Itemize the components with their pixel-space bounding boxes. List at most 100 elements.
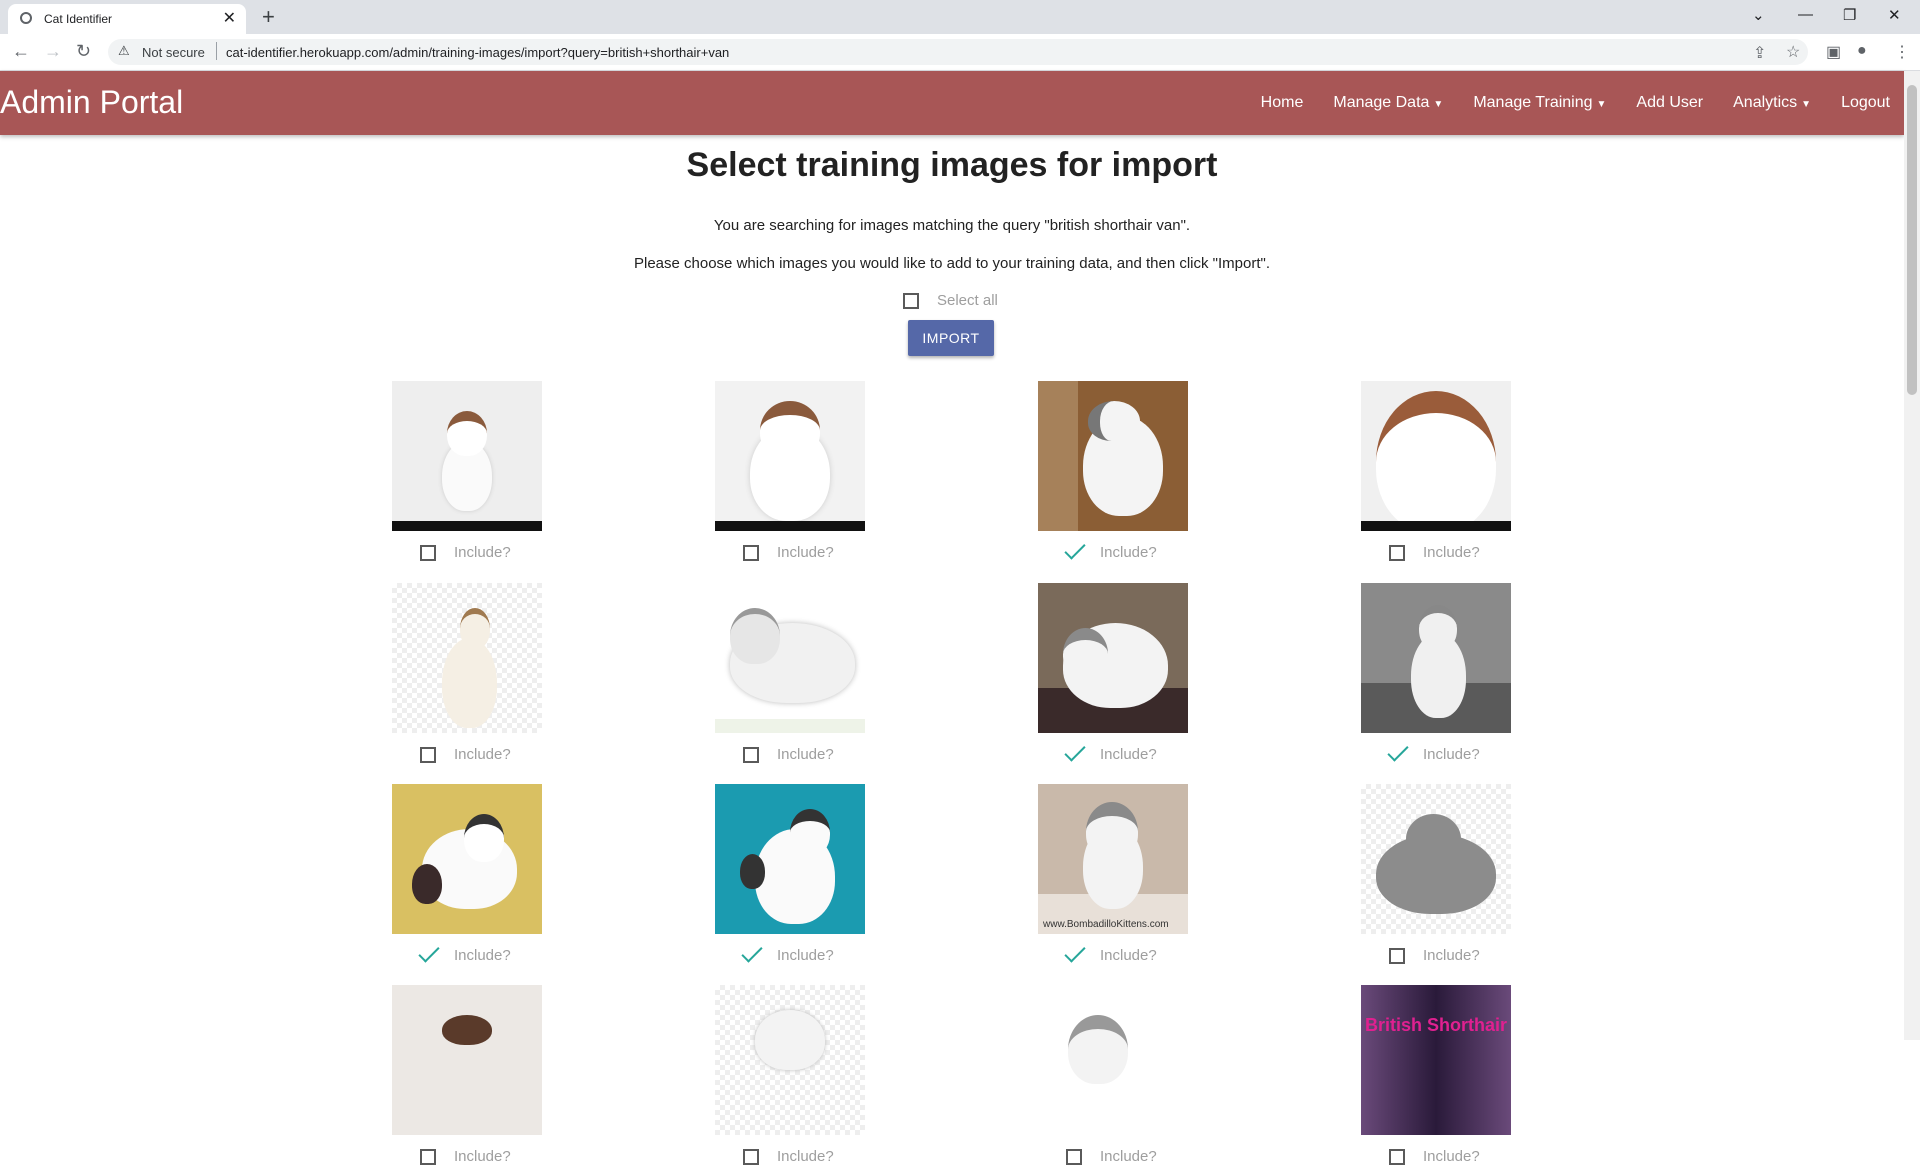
checkbox-box[interactable]	[1389, 1148, 1405, 1165]
share-icon[interactable]: ⇪	[1753, 43, 1766, 63]
checkmark-icon[interactable]	[420, 948, 436, 964]
menu-dots-icon[interactable]: ⋮	[1894, 42, 1910, 62]
include-label[interactable]: Include?	[1100, 1148, 1157, 1165]
select-all-checkbox[interactable]: Select all	[903, 292, 998, 309]
browser-tab[interactable]: Cat Identifier ✕	[8, 4, 246, 34]
address-bar[interactable]: ⚠ Not secure cat-identifier.herokuapp.co…	[108, 39, 1808, 65]
cat-thumbnail[interactable]	[1038, 583, 1188, 733]
checkmark-icon[interactable]	[1066, 747, 1082, 763]
checkbox-box[interactable]	[743, 544, 759, 561]
cat-thumbnail[interactable]: British Shorthair	[1361, 985, 1511, 1135]
import-button[interactable]: IMPORT	[908, 320, 994, 356]
reload-icon[interactable]: ↻	[76, 41, 91, 62]
nav-home[interactable]: Home	[1261, 94, 1304, 112]
cat-thumbnail[interactable]	[715, 784, 865, 934]
checkbox-box[interactable]	[420, 1148, 436, 1165]
include-label[interactable]: Include?	[777, 544, 834, 561]
include-checkbox[interactable]: Include?	[420, 544, 620, 561]
brand-logo[interactable]: Admin Portal	[0, 84, 183, 121]
nav-manage-training[interactable]: Manage Training ▼	[1473, 94, 1606, 112]
include-checkbox[interactable]: Include?	[1389, 746, 1589, 763]
scrollbar-thumb[interactable]	[1907, 85, 1917, 395]
include-checkbox[interactable]: Include?	[1066, 947, 1266, 964]
new-tab-button[interactable]: +	[262, 4, 275, 30]
cat-thumbnail[interactable]	[1038, 985, 1188, 1135]
include-label[interactable]: Include?	[777, 1148, 834, 1165]
include-label[interactable]: Include?	[454, 746, 511, 763]
address-divider	[216, 42, 217, 60]
cat-thumbnail[interactable]	[1361, 784, 1511, 934]
checkbox-box[interactable]	[1389, 947, 1405, 964]
include-checkbox[interactable]: Include?	[743, 947, 943, 964]
nav-manage-data[interactable]: Manage Data ▼	[1333, 94, 1443, 112]
cat-thumbnail[interactable]	[392, 985, 542, 1135]
nav-add-user[interactable]: Add User	[1636, 94, 1703, 112]
include-label[interactable]: Include?	[1423, 947, 1480, 964]
checkmark-icon[interactable]	[743, 948, 759, 964]
include-checkbox[interactable]: Include?	[1066, 1148, 1266, 1165]
tab-search-icon[interactable]: ⌄	[1752, 6, 1765, 24]
caret-down-icon: ▼	[1433, 99, 1444, 110]
include-checkbox[interactable]: Include?	[743, 746, 943, 763]
cat-thumbnail[interactable]: www.BombadilloKittens.com	[1038, 784, 1188, 934]
include-label[interactable]: Include?	[1423, 746, 1480, 763]
include-label[interactable]: Include?	[454, 1148, 511, 1165]
include-label[interactable]: Include?	[1100, 544, 1157, 561]
include-label[interactable]: Include?	[1100, 746, 1157, 763]
checkmark-icon[interactable]	[1066, 545, 1082, 561]
minimize-button[interactable]: —	[1798, 6, 1813, 23]
checkmark-icon[interactable]	[1066, 948, 1082, 964]
include-checkbox[interactable]: Include?	[1389, 1148, 1589, 1165]
close-tab-icon[interactable]: ✕	[223, 8, 236, 28]
checkmark-icon[interactable]	[1389, 747, 1405, 763]
close-window-button[interactable]: ✕	[1888, 6, 1901, 24]
cat-thumbnail[interactable]	[392, 583, 542, 733]
include-checkbox[interactable]: Include?	[1389, 544, 1589, 561]
caret-down-icon: ▼	[1801, 99, 1812, 110]
checkbox-box[interactable]	[903, 292, 919, 309]
select-all-label[interactable]: Select all	[937, 292, 998, 309]
include-checkbox[interactable]: Include?	[743, 544, 943, 561]
checkbox-box[interactable]	[1389, 544, 1405, 561]
include-label[interactable]: Include?	[454, 544, 511, 561]
include-checkbox[interactable]: Include?	[1066, 746, 1266, 763]
include-label[interactable]: Include?	[1423, 1148, 1480, 1165]
checkbox-box[interactable]	[1066, 1148, 1082, 1165]
forward-icon[interactable]: →	[44, 41, 62, 62]
not-secure-label[interactable]: Not secure	[142, 45, 205, 60]
cat-thumbnail[interactable]	[715, 381, 865, 531]
include-checkbox[interactable]: Include?	[420, 947, 620, 964]
side-panel-icon[interactable]: ▣	[1826, 42, 1841, 62]
cat-thumbnail[interactable]	[1038, 381, 1188, 531]
include-label[interactable]: Include?	[1100, 947, 1157, 964]
restore-button[interactable]: ❐	[1843, 6, 1856, 24]
include-checkbox[interactable]: Include?	[743, 1148, 943, 1165]
bookmark-star-icon[interactable]: ☆	[1786, 42, 1800, 62]
checkbox-box[interactable]	[743, 1148, 759, 1165]
include-label[interactable]: Include?	[777, 947, 834, 964]
checkbox-box[interactable]	[743, 746, 759, 763]
image-card: Include?	[392, 985, 542, 1165]
include-checkbox[interactable]: Include?	[1389, 947, 1589, 964]
include-label[interactable]: Include?	[777, 746, 834, 763]
back-icon[interactable]: ←	[12, 41, 30, 62]
include-label[interactable]: Include?	[1423, 544, 1480, 561]
cat-thumbnail[interactable]	[392, 381, 542, 531]
checkbox-box[interactable]	[420, 746, 436, 763]
cat-thumbnail[interactable]	[715, 985, 865, 1135]
nav-analytics[interactable]: Analytics ▼	[1733, 94, 1811, 112]
cat-thumbnail[interactable]	[392, 784, 542, 934]
cat-thumbnail[interactable]	[1361, 583, 1511, 733]
include-checkbox[interactable]: Include?	[420, 746, 620, 763]
cat-thumbnail[interactable]	[715, 583, 865, 733]
cat-thumbnail[interactable]	[1361, 381, 1511, 531]
warning-icon[interactable]: ⚠	[118, 43, 130, 59]
page-scrollbar[interactable]	[1904, 71, 1920, 1040]
nav-logout[interactable]: Logout	[1841, 94, 1890, 112]
url-text[interactable]: cat-identifier.herokuapp.com/admin/train…	[226, 45, 729, 60]
profile-icon[interactable]: ●	[1857, 42, 1867, 60]
include-label[interactable]: Include?	[454, 947, 511, 964]
include-checkbox[interactable]: Include?	[1066, 544, 1266, 561]
checkbox-box[interactable]	[420, 544, 436, 561]
include-checkbox[interactable]: Include?	[420, 1148, 620, 1165]
